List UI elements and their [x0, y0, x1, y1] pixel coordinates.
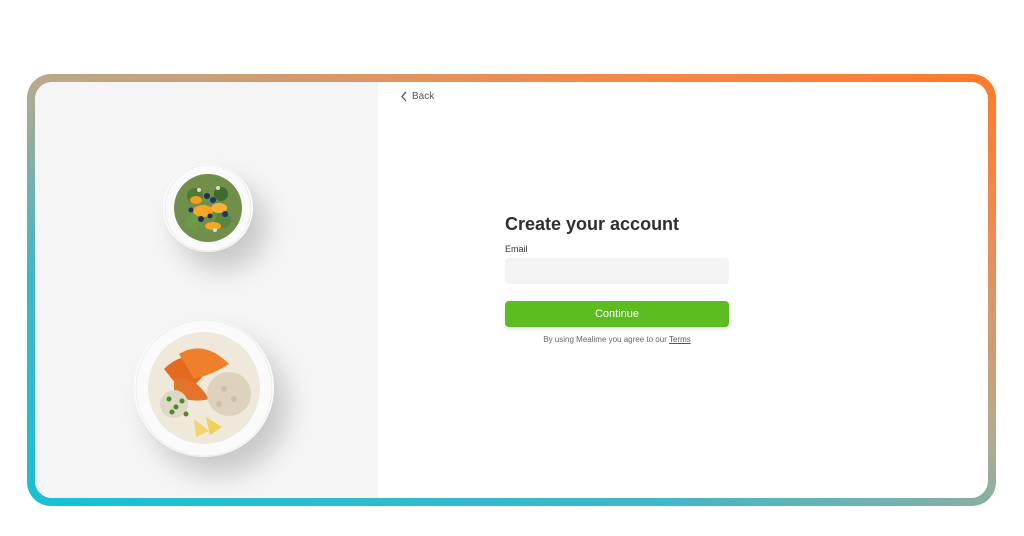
email-field[interactable] [505, 258, 729, 284]
signup-form: Create your account Email Continue By us… [505, 212, 729, 344]
continue-button[interactable]: Continue [505, 301, 729, 327]
chevron-left-icon [401, 91, 407, 102]
terms-notice: By using Mealime you agree to our Terms [505, 335, 729, 344]
back-button[interactable]: Back [400, 91, 434, 102]
back-label: Back [412, 91, 435, 102]
carrot-quinoa-bowl-image [134, 319, 274, 457]
page-title: Create your account [505, 214, 680, 234]
salad-bowl-image [163, 164, 253, 252]
terms-text: By using Mealime you agree to our [543, 335, 667, 344]
food-image-panel [35, 82, 378, 498]
signup-card: Back Create your account Email Continue … [35, 82, 988, 498]
terms-link[interactable]: Terms [669, 335, 691, 344]
email-label: Email [505, 244, 528, 254]
